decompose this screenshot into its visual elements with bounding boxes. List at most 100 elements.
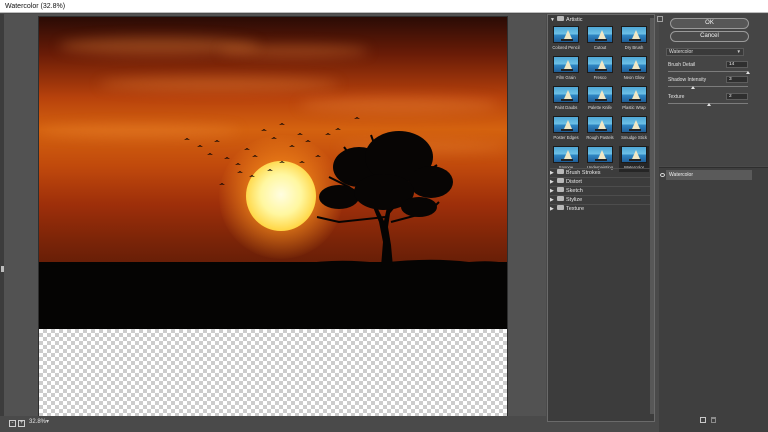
filter-thumb-label: Rough Pastels xyxy=(586,135,614,140)
boat-hull xyxy=(595,69,607,71)
filter-thumb[interactable]: Plastic Wrap xyxy=(619,86,649,112)
boat-hull xyxy=(629,159,641,161)
boat-hull xyxy=(561,69,573,71)
filter-thumb[interactable]: Rough Pastels xyxy=(585,116,615,142)
filter-thumb-label: Poster Edges xyxy=(553,135,579,140)
folder-icon xyxy=(557,187,564,193)
transparent-area xyxy=(39,329,507,417)
filter-preview-image xyxy=(621,86,647,103)
param-slider-thumb[interactable] xyxy=(691,86,695,89)
filter-preview-image xyxy=(553,116,579,133)
chevron-down-icon: ▼ xyxy=(736,49,741,54)
sailboat-icon xyxy=(564,30,572,39)
collapse-gallery-icon[interactable] xyxy=(657,16,663,22)
param-value-input[interactable]: 2 xyxy=(726,93,748,100)
tree-canopy xyxy=(319,131,453,217)
panel-collapse-handle[interactable] xyxy=(1,266,4,272)
sailboat-icon xyxy=(564,60,572,69)
filter-thumb-label: Smudge Stick xyxy=(621,135,647,140)
boat-hull xyxy=(561,129,573,131)
left-edge-strip xyxy=(0,14,4,432)
filter-preview-image xyxy=(587,26,613,43)
category-collapsed[interactable]: ▶ Texture xyxy=(550,205,652,214)
zoom-out-icon[interactable]: - xyxy=(9,420,16,427)
boat-hull xyxy=(629,39,641,41)
tree-and-birds xyxy=(39,117,507,277)
boat-hull xyxy=(561,39,573,41)
folder-icon xyxy=(557,196,564,202)
boat-hull xyxy=(561,159,573,161)
folder-icon xyxy=(557,169,564,175)
effect-layer-row[interactable]: Watercolor xyxy=(666,170,752,180)
filter-thumb[interactable]: Paint Daubs xyxy=(551,86,581,112)
title-bar: Watercolor (32.8%) xyxy=(0,0,768,13)
filter-thumb[interactable]: Dry Brush xyxy=(619,26,649,52)
status-bar: - + 32.8% ▾ xyxy=(0,416,546,432)
param-value-input[interactable]: 3 xyxy=(726,76,748,83)
boat-hull xyxy=(561,99,573,101)
grass-edge xyxy=(39,259,507,277)
filter-thumb-label: Dry Brush xyxy=(624,45,644,50)
category-label: Texture xyxy=(566,206,585,212)
filter-select[interactable]: Watercolor ▼ xyxy=(666,48,744,56)
boat-hull xyxy=(629,99,641,101)
param-slider-thumb[interactable] xyxy=(707,103,711,106)
sailboat-icon xyxy=(598,120,606,129)
param-label: Brush Detail xyxy=(668,62,696,68)
category-artistic[interactable]: ▼ Artistic xyxy=(550,16,652,25)
filter-thumb[interactable]: Cutout xyxy=(585,26,615,52)
zoom-level[interactable]: 32.8% xyxy=(29,419,46,425)
param-slider-track[interactable] xyxy=(668,86,748,87)
sailboat-icon xyxy=(598,90,606,99)
filter-preview-image xyxy=(587,86,613,103)
sailboat-icon xyxy=(632,120,640,129)
ok-button[interactable]: OK xyxy=(670,18,749,29)
filter-thumb[interactable]: Fresco xyxy=(585,56,615,82)
folder-icon xyxy=(557,205,564,211)
expand-right-icon: ▶ xyxy=(550,206,554,212)
new-effect-layer-icon[interactable] xyxy=(700,417,706,423)
sailboat-icon xyxy=(564,150,572,159)
sailboat-icon xyxy=(564,90,572,99)
filter-thumb[interactable]: Neon Glow xyxy=(619,56,649,82)
zoom-in-icon[interactable]: + xyxy=(18,420,25,427)
filter-thumb[interactable]: Colored Pencil xyxy=(551,26,581,52)
filter-thumb[interactable]: Palette Knife xyxy=(585,86,615,112)
filter-preview-image xyxy=(621,56,647,73)
sailboat-icon xyxy=(564,120,572,129)
param-slider-track[interactable] xyxy=(668,71,748,72)
param-slider-thumb[interactable] xyxy=(746,71,750,74)
category-label: Sketch xyxy=(566,188,583,194)
param-label: Texture xyxy=(668,94,685,100)
tree-trunk xyxy=(373,207,393,267)
sailboat-icon xyxy=(598,30,606,39)
effect-layers-panel xyxy=(659,167,768,432)
filter-thumb[interactable]: Film Grain xyxy=(551,56,581,82)
cancel-button[interactable]: Cancel xyxy=(670,31,749,42)
preview-canvas[interactable] xyxy=(39,17,507,417)
filter-thumb-label: Cutout xyxy=(593,45,607,50)
sailboat-icon xyxy=(598,150,606,159)
sailboat-icon xyxy=(598,60,606,69)
filter-preview-image xyxy=(621,146,647,163)
gallery-footer xyxy=(546,422,659,432)
filter-preview-image xyxy=(553,56,579,73)
eye-icon[interactable] xyxy=(660,173,665,177)
boat-hull xyxy=(595,39,607,41)
filter-thumb[interactable]: Smudge Stick xyxy=(619,116,649,142)
filter-preview-image xyxy=(553,86,579,103)
trash-icon[interactable] xyxy=(711,417,716,423)
boat-hull xyxy=(595,129,607,131)
filter-thumb-label: Film Grain xyxy=(556,75,576,80)
filter-gallery-window: Watercolor (32.8%) - + 32.8% ▾ ▼ Artisti… xyxy=(0,0,768,432)
expand-down-icon: ▼ xyxy=(550,17,555,23)
filter-preview-image xyxy=(621,116,647,133)
filter-thumb-label: Plastic Wrap xyxy=(622,105,646,110)
param-value-input[interactable]: 14 xyxy=(726,61,748,68)
boat-hull xyxy=(629,129,641,131)
gallery-scrollbar[interactable] xyxy=(650,18,654,414)
zoom-dropdown-icon[interactable]: ▾ xyxy=(46,418,49,425)
filter-preview-image xyxy=(621,26,647,43)
sailboat-icon xyxy=(632,60,640,69)
filter-thumb[interactable]: Poster Edges xyxy=(551,116,581,142)
